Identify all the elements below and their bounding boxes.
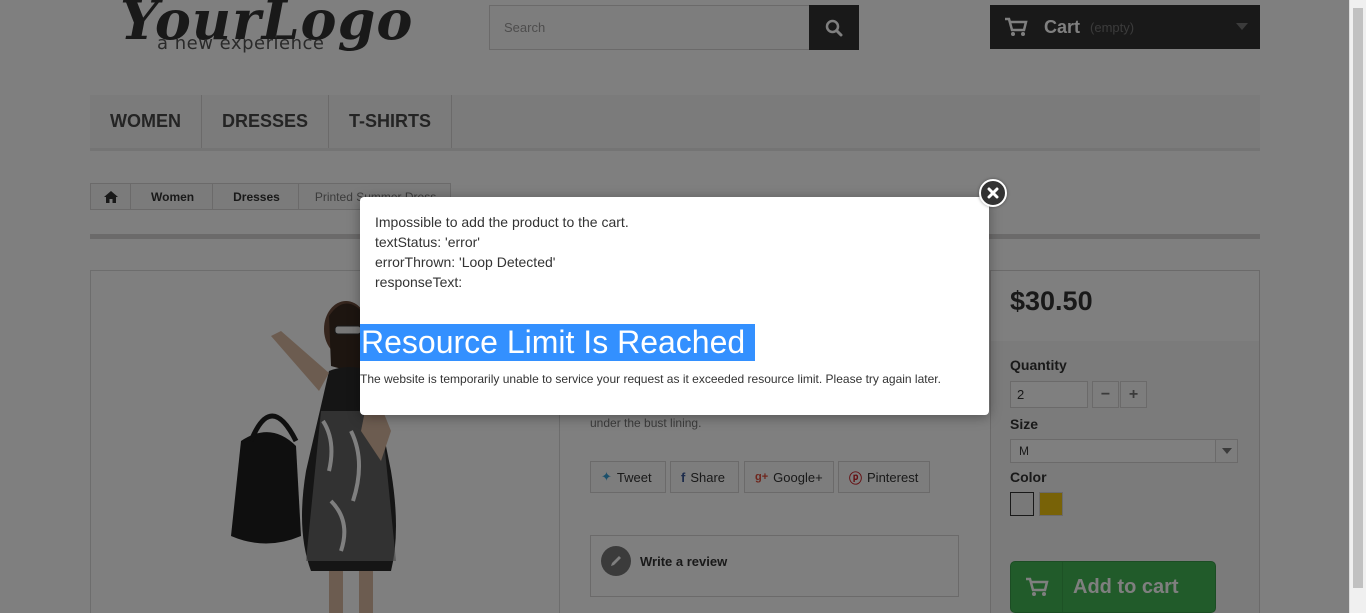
- error-message-line: Impossible to add the product to the car…: [375, 214, 629, 230]
- error-modal: Impossible to add the product to the car…: [360, 197, 989, 415]
- page-scrollbar[interactable]: [1349, 0, 1366, 613]
- error-description: The website is temporarily unable to ser…: [360, 372, 941, 386]
- close-modal-button[interactable]: [979, 179, 1007, 207]
- error-thrown: errorThrown: 'Loop Detected': [375, 254, 556, 270]
- error-text-status: textStatus: 'error': [375, 234, 480, 250]
- error-response-text-label: responseText:: [375, 274, 463, 290]
- close-icon: [987, 187, 999, 199]
- error-heading: Resource Limit Is Reached: [360, 324, 756, 361]
- scrollbar-thumb[interactable]: [1353, 8, 1363, 588]
